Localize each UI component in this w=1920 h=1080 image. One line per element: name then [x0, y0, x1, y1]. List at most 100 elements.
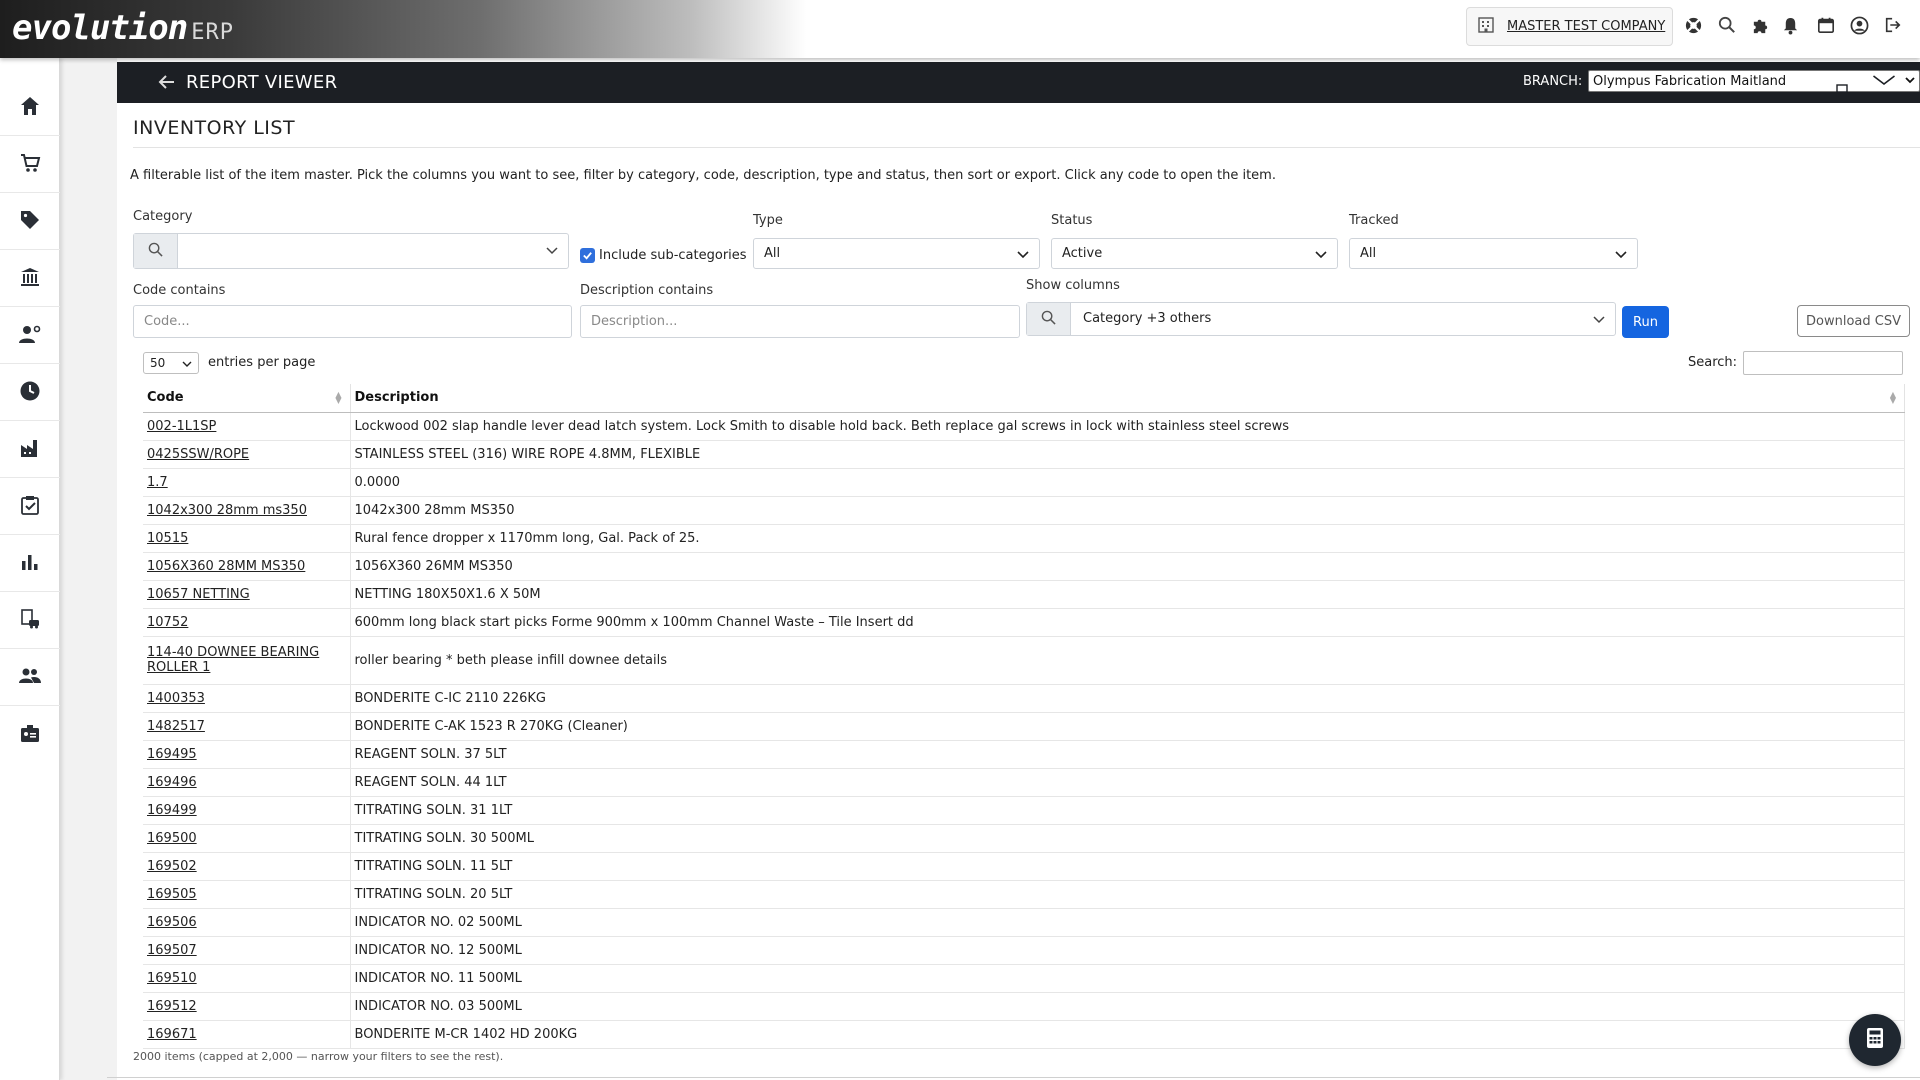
- status-select[interactable]: Active: [1051, 238, 1338, 269]
- include-subcategories-toggle[interactable]: Include sub-categories: [580, 248, 747, 263]
- clock-icon: [19, 380, 41, 406]
- logout-icon[interactable]: [1882, 14, 1904, 36]
- description-cell: INDICATOR NO. 11 500ML: [350, 964, 1905, 993]
- table-row: 169506 INDICATOR NO. 02 500ML: [143, 908, 1905, 937]
- chevron-down-icon: [1315, 248, 1327, 264]
- bottom-divider: [107, 1077, 1920, 1078]
- item-code-link[interactable]: 1482517: [147, 719, 205, 734]
- table-row: 169671 BONDERITE M-CR 1402 HD 200KG: [143, 1020, 1905, 1049]
- include-subcategories-checkbox[interactable]: [580, 248, 595, 263]
- description-contains-input[interactable]: Description...: [580, 305, 1020, 338]
- column-header-description[interactable]: Description ▲ ▼: [350, 384, 1905, 413]
- item-code-link[interactable]: 169507: [147, 943, 197, 958]
- item-code-link[interactable]: 0425SSW/ROPE: [147, 447, 249, 462]
- description-cell: REAGENT SOLN. 37 5LT: [350, 740, 1905, 769]
- description-cell: BONDERITE C-AK 1523 R 270KG (Cleaner): [350, 712, 1905, 741]
- sidebar-item-sales[interactable]: [0, 137, 60, 193]
- table-search-input[interactable]: [1743, 351, 1903, 375]
- table-row: 0425SSW/ROPE STAINLESS STEEL (316) WIRE R…: [143, 440, 1905, 469]
- item-code-link[interactable]: 169495: [147, 747, 197, 762]
- calendar-icon[interactable]: [1815, 14, 1837, 36]
- item-code-link[interactable]: 10515: [147, 531, 188, 546]
- item-code-link[interactable]: 169510: [147, 971, 197, 986]
- user-circle-icon[interactable]: [1848, 14, 1870, 36]
- clipboard-check-icon: [19, 494, 41, 520]
- download-csv-button[interactable]: Download CSV: [1797, 305, 1910, 337]
- report-viewer-title: REPORT VIEWER: [186, 72, 338, 93]
- item-code-link[interactable]: 114-40 DOWNEE BEARING ROLLER 1: [147, 645, 319, 675]
- sidebar-nav: [0, 58, 60, 1080]
- sidebar-item-contacts[interactable]: [0, 308, 60, 364]
- show-columns-value: Category +3 others: [1083, 311, 1212, 326]
- tracked-select[interactable]: All: [1349, 238, 1638, 269]
- sidebar-item-inventory[interactable]: [0, 194, 60, 250]
- item-code-link[interactable]: 1400353: [147, 691, 205, 706]
- description-cell: Lockwood 002 slap handle lever dead latc…: [350, 412, 1905, 441]
- search-icon: [1041, 310, 1056, 329]
- item-code-link[interactable]: 169499: [147, 803, 197, 818]
- description-cell: STAINLESS STEEL (316) WIRE ROPE 4.8MM, F…: [350, 440, 1905, 469]
- sidebar-item-hr[interactable]: [0, 707, 60, 763]
- sidebar-item-tasks[interactable]: [0, 479, 60, 535]
- table-row: 169510 INDICATOR NO. 11 500ML: [143, 964, 1905, 993]
- code-cell: 002-1L1SP: [143, 412, 351, 441]
- item-code-link[interactable]: 169512: [147, 999, 197, 1014]
- include-subcategories-label: Include sub-categories: [599, 248, 747, 263]
- code-cell: 169500: [143, 824, 351, 853]
- item-code-link[interactable]: 169500: [147, 831, 197, 846]
- item-code-link[interactable]: 1056X360 28MM MS350: [147, 559, 305, 574]
- table-body: 002-1L1SP Lockwood 002 slap handle lever …: [143, 412, 1905, 1049]
- description-placeholder: Description...: [591, 314, 678, 329]
- sidebar-item-fleet[interactable]: [0, 593, 60, 649]
- description-cell: INDICATOR NO. 02 500ML: [350, 908, 1905, 937]
- item-code-link[interactable]: 10752: [147, 615, 188, 630]
- print-icon[interactable]: [1829, 71, 1855, 95]
- type-label: Type: [753, 213, 783, 228]
- item-code-link[interactable]: 10657 NETTING: [147, 587, 250, 602]
- app-logo[interactable]: evolution ERP: [12, 6, 234, 50]
- bell-icon[interactable]: [1779, 14, 1801, 36]
- item-code-link[interactable]: 002-1L1SP: [147, 419, 216, 434]
- sort-icon: ▲ ▼: [1889, 390, 1896, 405]
- calculator-button[interactable]: [1849, 1014, 1901, 1066]
- logo-text: evolution: [12, 8, 188, 48]
- item-code-link[interactable]: 1042x300 28mm ms350: [147, 503, 307, 518]
- item-code-link[interactable]: 169502: [147, 859, 197, 874]
- user-settings-icon: [18, 323, 42, 349]
- sidebar-item-home[interactable]: [0, 80, 60, 136]
- show-columns-select[interactable]: Category +3 others: [1026, 302, 1616, 336]
- column-header-code[interactable]: Code ▲ ▼: [143, 384, 351, 413]
- sidebar-item-time[interactable]: [0, 365, 60, 421]
- sidebar-item-people[interactable]: [0, 650, 60, 706]
- sidebar-item-reports[interactable]: [0, 536, 60, 592]
- code-contains-input[interactable]: Code...: [133, 305, 572, 338]
- lifebuoy-icon[interactable]: [1682, 14, 1704, 36]
- sidebar-item-manufacturing[interactable]: [0, 422, 60, 478]
- type-select[interactable]: All: [753, 238, 1040, 269]
- item-code-link[interactable]: 169671: [147, 1027, 197, 1042]
- search-icon[interactable]: [1716, 14, 1738, 36]
- calculator-icon: [1866, 1027, 1884, 1053]
- category-select[interactable]: [133, 233, 569, 269]
- id-badge-icon: [19, 722, 41, 748]
- email-icon[interactable]: [1871, 71, 1897, 95]
- company-switcher[interactable]: MASTER TEST COMPANY: [1466, 7, 1673, 46]
- item-code-link[interactable]: 169506: [147, 915, 197, 930]
- table-row: 169499 TITRATING SOLN. 31 1LT: [143, 796, 1905, 825]
- building-car-icon: [19, 608, 41, 634]
- item-code-link[interactable]: 169505: [147, 887, 197, 902]
- description-cell: roller bearing * beth please infill down…: [350, 636, 1905, 685]
- table-row: 114-40 DOWNEE BEARING ROLLER 1 roller bea…: [143, 636, 1905, 685]
- page-size-label: entries per page: [208, 355, 316, 370]
- puzzle-icon[interactable]: [1749, 14, 1771, 36]
- page-size-select[interactable]: 50: [143, 352, 199, 374]
- item-code-link[interactable]: 169496: [147, 775, 197, 790]
- description-cell: TITRATING SOLN. 11 5LT: [350, 852, 1905, 881]
- sidebar-item-finance[interactable]: [0, 251, 60, 307]
- description-cell: INDICATOR NO. 12 500ML: [350, 936, 1905, 965]
- run-button[interactable]: Run: [1622, 306, 1669, 338]
- code-cell: 114-40 DOWNEE BEARING ROLLER 1: [143, 636, 351, 685]
- back-arrow-icon[interactable]: [157, 72, 177, 96]
- item-code-link[interactable]: 1.7: [147, 475, 168, 490]
- code-cell: 1400353: [143, 684, 351, 713]
